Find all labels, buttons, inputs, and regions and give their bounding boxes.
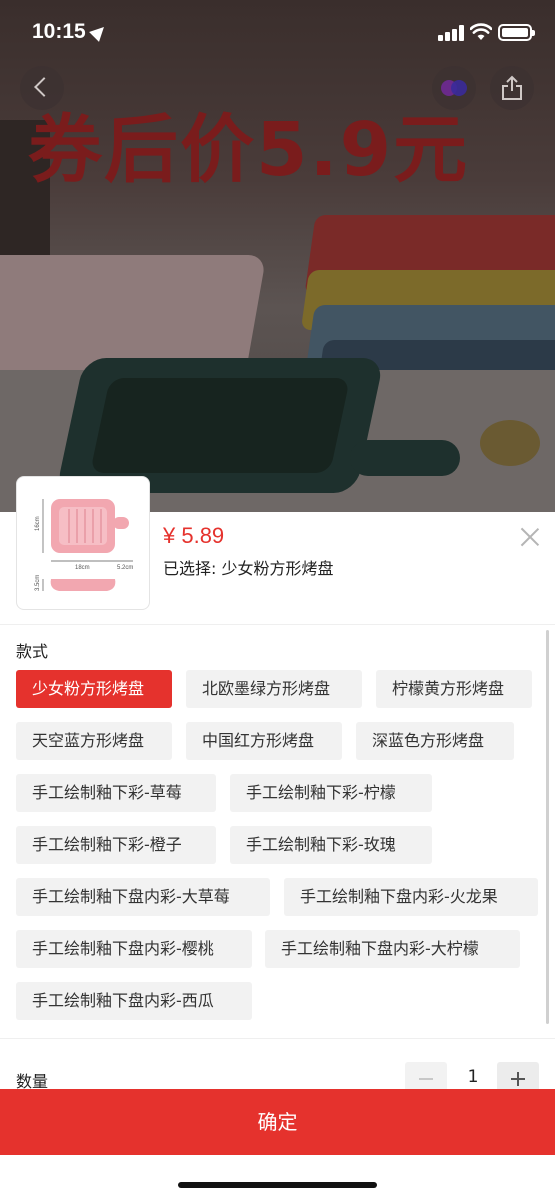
status-time: 10:15 <box>32 20 86 43</box>
style-option[interactable]: 手工绘制釉下盘内彩-火龙果 <box>284 878 538 916</box>
promo-text: 券后价5.9元 <box>28 107 470 193</box>
product-price: ¥ 5.89 <box>163 523 225 548</box>
style-option[interactable]: 天空蓝方形烤盘 <box>16 722 172 760</box>
style-option[interactable]: 深蓝色方形烤盘 <box>356 722 514 760</box>
style-option[interactable]: 手工绘制釉下盘内彩-樱桃 <box>16 930 252 968</box>
wifi-icon <box>470 23 492 40</box>
style-option[interactable]: 中国红方形烤盘 <box>186 722 342 760</box>
selected-variant: 已选择: 少女粉方形烤盘 <box>163 559 334 578</box>
share-button[interactable] <box>490 66 534 110</box>
svg-text:18cm: 18cm <box>75 565 90 571</box>
battery-icon <box>498 24 535 41</box>
photo-spoon <box>480 420 540 466</box>
style-option[interactable]: 少女粉方形烤盘 <box>16 670 172 708</box>
back-button[interactable] <box>20 66 64 110</box>
live-button[interactable] <box>432 66 476 110</box>
divider <box>0 624 555 625</box>
confirm-button[interactable]: 确定 <box>0 1089 555 1155</box>
product-thumbnail[interactable]: 18cm 5.2cm 16cm 3.5cm <box>16 476 150 610</box>
thumbnail-image: 18cm 5.2cm 16cm 3.5cm <box>35 499 133 591</box>
signal-icon <box>438 25 464 41</box>
style-option[interactable]: 柠檬黄方形烤盘 <box>376 670 532 708</box>
style-option[interactable]: 手工绘制釉下彩-橙子 <box>16 826 216 864</box>
style-option[interactable]: 手工绘制釉下彩-草莓 <box>16 774 216 812</box>
svg-text:5.2cm: 5.2cm <box>117 565 133 571</box>
photo-dish-handle <box>350 440 460 476</box>
divider <box>0 1038 555 1039</box>
status-bar: 10:15 <box>0 0 555 64</box>
style-option[interactable]: 手工绘制釉下盘内彩-西瓜 <box>16 982 252 1020</box>
close-icon[interactable] <box>519 526 541 548</box>
home-indicator <box>178 1182 377 1188</box>
share-icon <box>502 75 522 100</box>
style-option[interactable]: 手工绘制釉下彩-柠檬 <box>230 774 432 812</box>
photo-green-dish-inner <box>89 378 351 473</box>
style-option[interactable]: 北欧墨绿方形烤盘 <box>186 670 362 708</box>
options-scrollbar[interactable] <box>546 630 549 1024</box>
style-section-title: 款式 <box>16 642 49 661</box>
style-option[interactable]: 手工绘制釉下盘内彩-大柠檬 <box>265 930 520 968</box>
quantity-value[interactable]: 1 <box>458 1067 488 1087</box>
svg-text:3.5cm: 3.5cm <box>35 575 41 591</box>
svg-text:16cm: 16cm <box>35 516 41 531</box>
style-option[interactable]: 手工绘制釉下盘内彩-大草莓 <box>16 878 270 916</box>
back-chevron-icon <box>34 77 54 97</box>
location-arrow-icon <box>89 22 109 42</box>
style-option[interactable]: 手工绘制釉下彩-玫瑰 <box>230 826 432 864</box>
